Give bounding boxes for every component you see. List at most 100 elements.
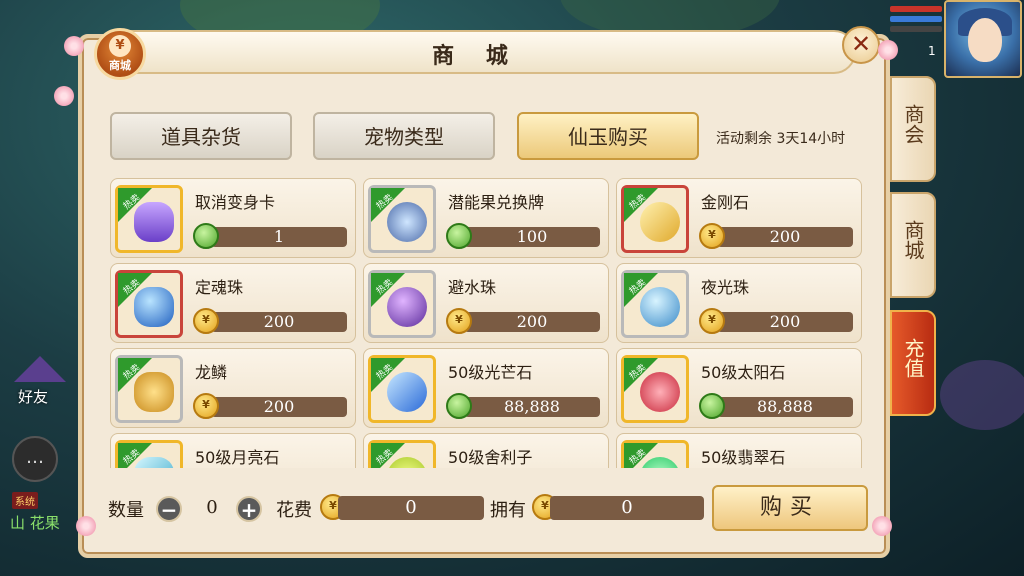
plus-icon: + [240,498,258,522]
buy-label: 购买 [759,495,820,520]
item-icon-frame: 热卖 [115,440,183,468]
close-button[interactable]: ✕ [842,26,880,64]
owned-label: 拥有 [490,500,526,521]
money-bag-icon: ¥ [109,35,131,57]
owned-value: 0 [550,496,704,520]
page-title: 商 城 [432,44,520,69]
item-name: 50级光芒石 [448,363,533,382]
increase-button[interactable]: + [236,496,262,522]
jade-icon [699,393,725,419]
jade-icon [446,223,472,249]
side-tab-label: 商会 [901,104,925,144]
item-name: 夜光珠 [701,278,750,297]
hat-icon [14,356,66,382]
item-icon-frame: 热卖 [115,355,183,423]
item-price: 200 [717,312,853,332]
flower-decoration-icon [64,36,84,56]
cost-value: 0 [338,496,484,520]
item-card[interactable]: 热卖 取消变身卡 1 [110,178,356,258]
item-price: 200 [464,312,600,332]
jade-icon [193,223,219,249]
item-icon-frame: 热卖 [368,355,436,423]
gold-coin-icon: ¥ [193,393,219,419]
buy-button[interactable]: 购买 [712,485,868,531]
tab-label: 仙玉购买 [568,125,648,149]
item-name: 定魂珠 [195,278,244,297]
item-icon-frame: 热卖 [368,440,436,468]
quantity-input[interactable]: 0 [184,496,240,520]
hud-number: 1 [928,44,936,58]
gold-coin-icon: ¥ [446,308,472,334]
tab-label: 道具杂货 [161,125,241,149]
friends-button[interactable]: 好友 [8,356,70,412]
cost-label: 花费 [276,500,312,521]
chat-button[interactable]: … [12,436,58,482]
tab-items[interactable]: 道具杂货 [110,112,292,160]
tab-pets[interactable]: 宠物类型 [313,112,495,160]
item-card[interactable]: 热卖 金刚石 200 ¥ [616,178,862,258]
item-name: 50级太阳石 [701,363,786,382]
tab-label: 宠物类型 [364,125,444,149]
minus-icon: − [160,498,178,522]
item-name: 50级翡翠石 [701,448,786,467]
item-price: 88,888 [464,397,600,417]
gold-coin-icon: ¥ [699,223,725,249]
item-card[interactable]: 热卖 龙鳞 200 ¥ [110,348,356,428]
item-price: 1 [211,227,347,247]
chat-channel-tag: 系统 [12,492,38,509]
item-icon-frame: 热卖 [115,185,183,253]
item-price: 100 [464,227,600,247]
flower-decoration-icon [54,86,74,106]
shop-badge-label: 商城 [109,59,131,72]
tab-jade-purchase[interactable]: 仙玉购买 [517,112,699,160]
flower-decoration-icon [872,516,892,536]
item-card[interactable]: 热卖 定魂珠 200 ¥ [110,263,356,343]
gold-coin-icon: ¥ [193,308,219,334]
side-tab-guild-shop[interactable]: 商会 [890,76,936,182]
player-avatar[interactable] [944,0,1022,78]
item-icon-frame: 热卖 [621,270,689,338]
item-card[interactable]: 热卖 50级舍利子 [363,433,609,468]
item-icon-frame: 热卖 [621,440,689,468]
item-name: 50级舍利子 [448,448,533,467]
flower-decoration-icon [76,516,96,536]
side-tab-shop[interactable]: 商城 [890,192,936,298]
item-card[interactable]: 热卖 潜能果兑换牌 100 [363,178,609,258]
item-icon-frame: 热卖 [621,185,689,253]
event-timer: 活动剩余 3天14小时 [716,131,846,147]
item-card[interactable]: 热卖 50级翡翠石 [616,433,862,468]
side-tab-label: 商城 [901,220,925,260]
flower-decoration-icon [878,40,898,60]
item-name: 取消变身卡 [195,193,276,212]
decrease-button[interactable]: − [156,496,182,522]
side-tab-label: 充值 [901,338,925,378]
quantity-label: 数量 [108,500,144,521]
item-name: 潜能果兑换牌 [448,193,545,212]
item-name: 避水珠 [448,278,497,297]
item-card[interactable]: 热卖 夜光珠 200 ¥ [616,263,862,343]
item-card[interactable]: 热卖 50级光芒石 88,888 [363,348,609,428]
side-tab-recharge[interactable]: 充值 [890,310,936,416]
background-shrub [940,360,1024,430]
item-price: 88,888 [717,397,853,417]
shop-badge: ¥ 商城 [94,28,146,80]
title-bar: 商 城 [96,30,856,74]
item-card[interactable]: 热卖 50级太阳石 88,888 [616,348,862,428]
item-grid: 热卖 取消变身卡 1 热卖 潜能果兑换牌 100 热卖 金刚石 200 ¥ 热卖 定魂珠 200 ¥ 热卖避… [110,178,862,468]
jade-icon [446,393,472,419]
close-icon: ✕ [850,30,872,58]
item-name: 龙鳞 [195,363,228,382]
item-price: 200 [211,397,347,417]
friends-label: 好友 [18,388,49,406]
chat-preview-text: 山 花果 [10,514,60,532]
item-price: 200 [717,227,853,247]
item-icon-frame: 热卖 [115,270,183,338]
item-name: 50级月亮石 [195,448,280,467]
chat-bubble-icon: … [26,447,44,468]
gold-coin-icon: ¥ [699,308,725,334]
item-card[interactable]: 热卖 50级月亮石 [110,433,356,468]
item-icon-frame: 热卖 [621,355,689,423]
item-name: 金刚石 [701,193,750,212]
item-card[interactable]: 热卖 避水珠 200 ¥ [363,263,609,343]
item-price: 200 [211,312,347,332]
